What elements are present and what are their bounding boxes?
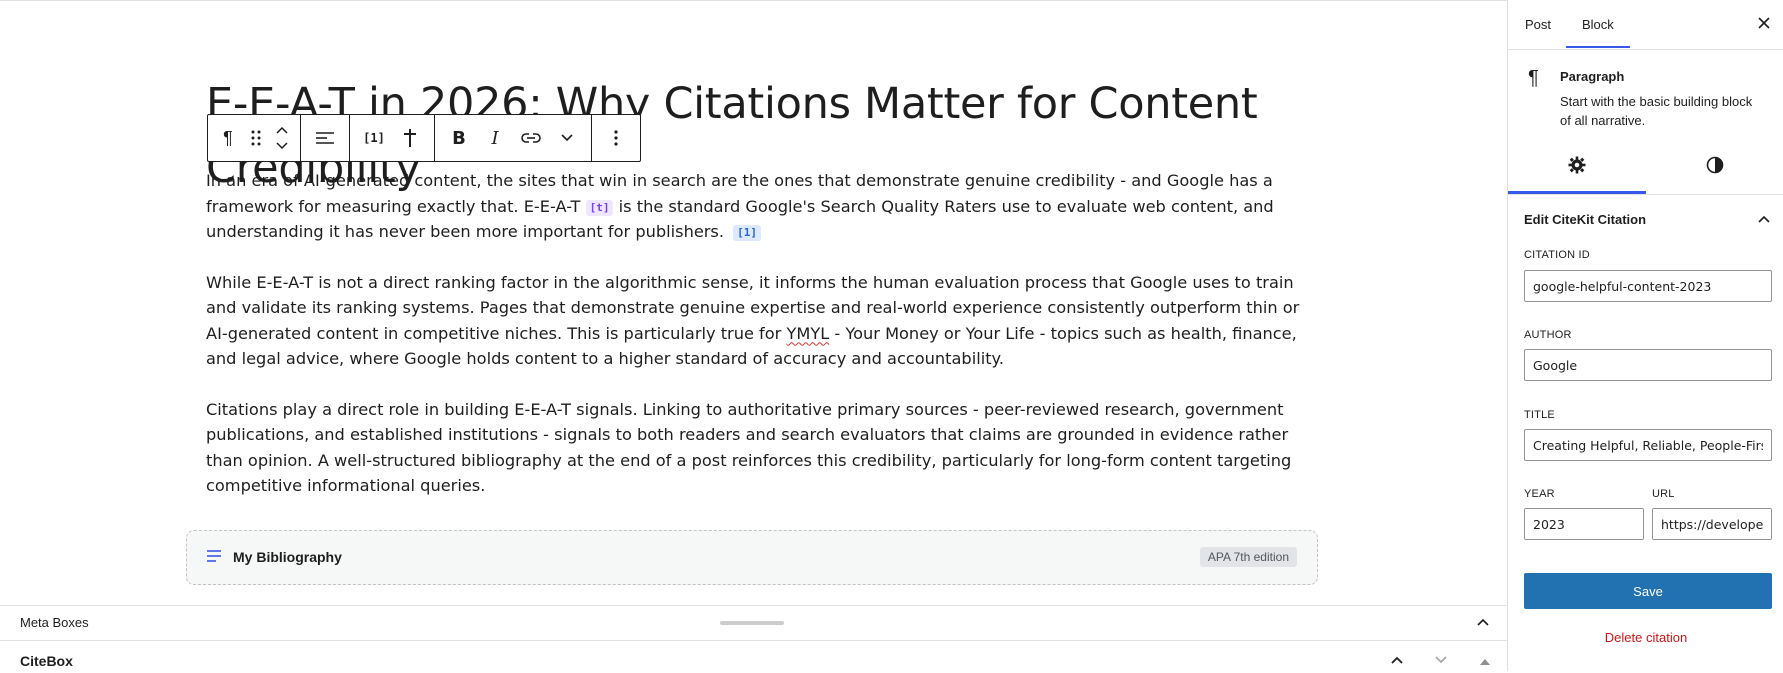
paragraph-1[interactable]: In an era of AI-generated content, the s… <box>206 168 1306 245</box>
paragraph-2[interactable]: While E-E-A-T is not a direct ranking fa… <box>206 270 1306 372</box>
format-group: B I <box>435 115 592 161</box>
meta-boxes-resize-handle[interactable] <box>720 621 784 625</box>
citebox-panel-header: CiteBox <box>0 640 1507 673</box>
meta-boxes-area: Meta Boxes CiteBox <box>0 605 1507 672</box>
tab-block[interactable]: Block <box>1582 17 1614 32</box>
more-formats-chevron-down-icon[interactable] <box>549 116 585 160</box>
align-group <box>301 115 350 161</box>
delete-citation-button[interactable]: Delete citation <box>1508 630 1783 645</box>
author-label: AUTHOR <box>1524 329 1572 341</box>
move-up-icon[interactable] <box>276 122 288 138</box>
title-field[interactable] <box>1524 429 1772 461</box>
tab-block-active-indicator <box>1566 46 1630 48</box>
tab-styles[interactable] <box>1646 140 1783 194</box>
block-toolbar: ¶ [1] B I <box>207 114 641 162</box>
year-label: YEAR <box>1524 488 1555 500</box>
paragraph-block-icon[interactable]: ¶ <box>214 116 242 160</box>
toggle-panel-triangle-icon[interactable] <box>1480 652 1490 670</box>
block-card: ¶ Paragraph Start with the basic buildin… <box>1508 49 1783 139</box>
spellcheck-word[interactable]: YMYL <box>786 324 829 343</box>
tab-settings-active-indicator <box>1508 191 1646 194</box>
tab-settings[interactable] <box>1508 140 1646 194</box>
block-description: Start with the basic building block of a… <box>1560 94 1753 128</box>
citation-style-badge: APA 7th edition <box>1199 547 1297 567</box>
gear-icon <box>1568 156 1586 179</box>
title-label: TITLE <box>1524 409 1555 421</box>
list-icon <box>207 549 221 567</box>
more-options-icon[interactable] <box>598 116 634 160</box>
drag-handle-icon[interactable] <box>242 116 270 160</box>
settings-sidebar: Post Block ¶ Paragraph Start with the ba… <box>1507 0 1783 671</box>
citation-panel-title: Edit CiteKit Citation <box>1524 212 1647 227</box>
meta-boxes-title[interactable]: Meta Boxes <box>20 615 89 630</box>
url-field[interactable] <box>1652 508 1772 540</box>
content-paragraphs: In an era of AI-generated content, the s… <box>206 168 1306 524</box>
url-label: URL <box>1652 488 1675 500</box>
citation-marker-1[interactable]: [1] <box>733 225 762 241</box>
year-field[interactable] <box>1524 508 1644 540</box>
citebox-title[interactable]: CiteBox <box>20 653 73 669</box>
dagger-icon[interactable] <box>392 116 428 160</box>
tab-post[interactable]: Post <box>1525 17 1551 32</box>
citation-id-field[interactable] <box>1524 270 1772 302</box>
paragraph-icon: ¶ <box>1528 67 1539 89</box>
paragraph-3[interactable]: Citations play a direct role in building… <box>206 397 1306 499</box>
chevron-up-icon[interactable] <box>1758 210 1770 228</box>
contrast-icon <box>1706 156 1724 179</box>
italic-icon[interactable]: I <box>477 116 513 160</box>
editor-canvas: E-E-A-T in 2026: Why Citations Matter fo… <box>0 1 1507 605</box>
block-inspector-tabs <box>1508 140 1783 195</box>
citation-group: [1] <box>350 115 435 161</box>
sidebar-tabs: Post Block <box>1508 0 1783 50</box>
citation-marker-pending[interactable]: [t] <box>585 199 614 216</box>
bibliography-title: My Bibliography <box>233 549 342 565</box>
bibliography-block[interactable]: My Bibliography APA 7th edition <box>186 530 1318 585</box>
block-switcher-group: ¶ <box>208 115 301 161</box>
block-name: Paragraph <box>1560 69 1625 84</box>
link-icon[interactable] <box>513 116 549 160</box>
author-field[interactable] <box>1524 349 1772 381</box>
citation-panel-header[interactable]: Edit CiteKit Citation <box>1508 195 1783 241</box>
save-button[interactable]: Save <box>1524 573 1772 609</box>
citation-id-label: CITATION ID <box>1524 249 1590 261</box>
move-up-chevron-icon[interactable] <box>1391 651 1403 669</box>
meta-boxes-chevron-up-icon[interactable] <box>1477 613 1489 631</box>
move-down-chevron-icon[interactable] <box>1435 651 1447 669</box>
block-movers <box>270 122 294 154</box>
bold-icon[interactable]: B <box>441 116 477 160</box>
options-group <box>592 115 640 161</box>
close-icon[interactable] <box>1758 16 1770 34</box>
move-down-icon[interactable] <box>276 138 288 154</box>
align-left-icon[interactable] <box>307 116 343 160</box>
insert-citation-button[interactable]: [1] <box>356 116 392 160</box>
